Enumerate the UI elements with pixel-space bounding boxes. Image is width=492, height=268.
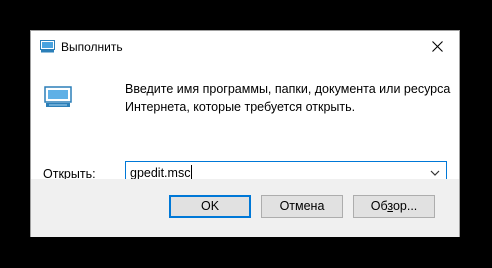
instructions-line-2: Интернета, которые требуется открыть.	[125, 100, 356, 114]
title-bar[interactable]: Выполнить	[31, 31, 459, 63]
instructions-text: Введите имя программы, папки, документа …	[125, 80, 455, 116]
instructions-line-1: Введите имя программы, папки, документа …	[125, 82, 451, 96]
close-button[interactable]	[415, 31, 459, 61]
open-input-value: gpedit.msc	[130, 166, 191, 180]
close-icon	[431, 40, 443, 52]
button-bar: OK Отмена Обзор...	[31, 179, 459, 237]
run-icon	[44, 86, 72, 107]
text-caret	[191, 165, 193, 180]
cancel-button[interactable]: Отмена	[261, 195, 343, 218]
run-dialog: Выполнить Введите имя программы, папки, …	[30, 30, 460, 237]
chevron-down-icon[interactable]	[428, 166, 442, 180]
browse-button[interactable]: Обзор...	[353, 195, 435, 218]
browse-label-start: Об	[370, 199, 388, 213]
window-title: Выполнить	[61, 40, 123, 54]
ok-button[interactable]: OK	[169, 195, 251, 218]
run-icon	[40, 40, 55, 53]
browse-label-rest: ор...	[392, 199, 418, 213]
